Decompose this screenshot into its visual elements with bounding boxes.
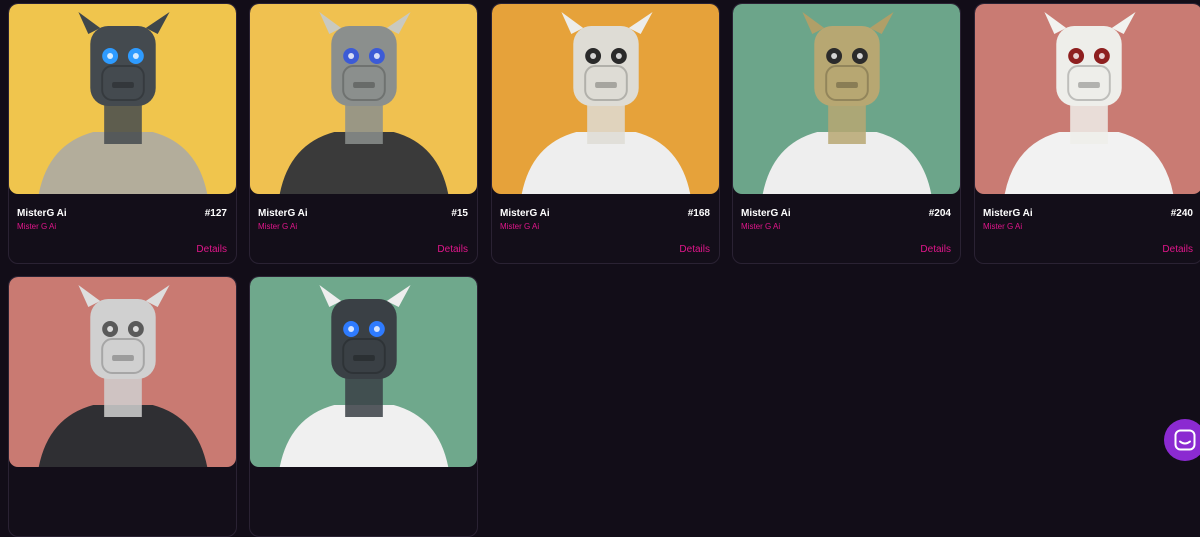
nft-card[interactable] <box>249 276 478 537</box>
nft-creator-link[interactable]: Mister G Ai <box>17 222 56 231</box>
nft-number: #168 <box>687 208 710 219</box>
nft-card[interactable] <box>8 276 237 537</box>
nft-creator-link[interactable]: Mister G Ai <box>258 222 297 231</box>
nft-number: #240 <box>1170 208 1193 219</box>
nft-creator-link[interactable]: Mister G Ai <box>741 222 780 231</box>
nft-title: MisterG Ai <box>17 208 67 219</box>
nft-card[interactable]: MisterG Ai #204 Mister G Ai Details <box>732 3 961 264</box>
chat-bubble-icon <box>1174 429 1196 451</box>
details-link[interactable]: Details <box>679 244 710 255</box>
details-link[interactable]: Details <box>1162 244 1193 255</box>
nft-image[interactable] <box>492 4 719 194</box>
nft-image[interactable] <box>250 4 477 194</box>
nft-title: MisterG Ai <box>258 208 308 219</box>
nft-image[interactable] <box>9 4 236 194</box>
robot-giraffe-portrait-icon <box>492 4 719 194</box>
details-link[interactable]: Details <box>196 244 227 255</box>
nft-title: MisterG Ai <box>741 208 791 219</box>
nft-number: #127 <box>204 208 227 219</box>
nft-image[interactable] <box>250 277 477 467</box>
nft-number: #204 <box>928 208 951 219</box>
nft-card[interactable]: MisterG Ai #168 Mister G Ai Details <box>491 3 720 264</box>
nft-card[interactable]: MisterG Ai #127 Mister G Ai Details <box>8 3 237 264</box>
chat-widget-button[interactable] <box>1164 419 1200 461</box>
nft-image[interactable] <box>9 277 236 467</box>
nft-card[interactable]: MisterG Ai #15 Mister G Ai Details <box>249 3 478 264</box>
robot-giraffe-portrait-icon <box>250 4 477 194</box>
nft-image[interactable] <box>975 4 1200 194</box>
robot-giraffe-portrait-icon <box>250 277 477 467</box>
nft-image[interactable] <box>733 4 960 194</box>
robot-giraffe-portrait-icon <box>975 4 1200 194</box>
nft-number: #15 <box>451 208 468 219</box>
nft-creator-link[interactable]: Mister G Ai <box>983 222 1022 231</box>
robot-giraffe-portrait-icon <box>9 277 236 467</box>
robot-giraffe-portrait-icon <box>9 4 236 194</box>
nft-title: MisterG Ai <box>500 208 550 219</box>
details-link[interactable]: Details <box>920 244 951 255</box>
robot-giraffe-portrait-icon <box>733 4 960 194</box>
nft-grid: MisterG Ai #127 Mister G Ai Details Mist… <box>0 0 1200 537</box>
nft-title: MisterG Ai <box>983 208 1033 219</box>
details-link[interactable]: Details <box>437 244 468 255</box>
nft-creator-link[interactable]: Mister G Ai <box>500 222 539 231</box>
nft-card[interactable]: MisterG Ai #240 Mister G Ai Details <box>974 3 1200 264</box>
